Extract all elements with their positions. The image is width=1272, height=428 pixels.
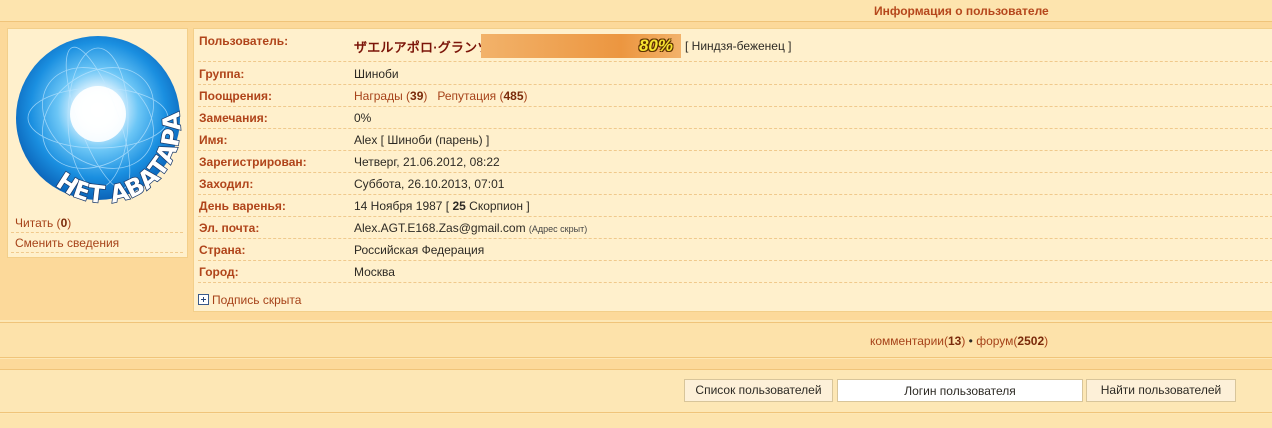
login-input[interactable] xyxy=(837,379,1083,402)
user-label: Пользователь: xyxy=(199,34,289,48)
row-rewards: Поощрения: Награды (39) Репутация (485) xyxy=(198,85,1272,107)
awards-count: 39 xyxy=(410,89,424,103)
reputation-link[interactable]: Репутация (485) xyxy=(437,89,527,103)
stats-bar: комментарии(13) • форум(2502) xyxy=(0,322,1272,358)
birthday-value: 14 Ноября 1987 [ 25 Скорпион ] xyxy=(354,199,530,213)
signature-toggle-label: Подпись скрыта xyxy=(212,293,302,307)
rewards-label: Поощрения: xyxy=(199,89,273,103)
expand-plus-icon xyxy=(198,294,209,305)
profile-area: НЕТ АВАТАРА Читать (0) Сменить сведения … xyxy=(0,22,1272,320)
birthday-date: 14 Ноября 1987 [ xyxy=(354,199,453,213)
read-link-label: Читать ( xyxy=(15,216,61,230)
country-value: Российская Федерация xyxy=(354,243,485,257)
comments-link[interactable]: комментарии(13) xyxy=(870,334,965,348)
forum-link-label: форум( xyxy=(976,334,1018,348)
row-email: Эл. почта: Alex.AGT.E168.Zas@gmail.com (… xyxy=(198,217,1272,239)
user-progress-bar: 80% xyxy=(481,34,681,58)
find-users-button[interactable]: Найти пользователей xyxy=(1086,379,1236,402)
registered-label: Зарегистрирован: xyxy=(199,155,307,169)
username: ザエルアポロ·グランツ xyxy=(354,40,491,55)
awards-link-close: ) xyxy=(423,89,428,103)
read-link-close: ) xyxy=(67,216,72,230)
name-label: Имя: xyxy=(199,133,228,147)
forum-count: 2502 xyxy=(1017,334,1045,348)
row-country: Страна: Российская Федерация xyxy=(198,239,1272,261)
email-label: Эл. почта: xyxy=(199,221,260,235)
reputation-count: 485 xyxy=(503,89,524,103)
name-value: Alex [ Шиноби (парень) ] xyxy=(354,133,490,147)
city-value: Москва xyxy=(354,265,395,279)
birthday-label: День варенья: xyxy=(199,199,286,213)
row-warnings: Замечания: 0% xyxy=(198,107,1272,129)
row-user: Пользователь: ザエルアポロ·グランツ 80% [ Ниндзя-б… xyxy=(198,29,1272,62)
reputation-link-close: ) xyxy=(523,89,528,103)
email-value: Alex.AGT.E168.Zas@gmail.com xyxy=(354,221,526,235)
last-visit-value: Суббота, 26.10.2013, 07:01 xyxy=(354,177,505,191)
awards-link[interactable]: Награды (39) xyxy=(354,89,427,103)
footer-strip xyxy=(0,414,1272,428)
group-label: Группа: xyxy=(199,67,245,81)
user-progress-text: 80% xyxy=(638,36,673,55)
row-city: Город: Москва xyxy=(198,261,1272,283)
city-label: Город: xyxy=(199,265,239,279)
forum-link-close: ) xyxy=(1044,334,1049,348)
profile-details: Пользователь: ザエルアポロ·グランツ 80% [ Ниндзя-б… xyxy=(193,28,1272,312)
comments-link-label: комментарии( xyxy=(870,334,948,348)
row-group: Группа: Шиноби xyxy=(198,63,1272,85)
row-name: Имя: Alex [ Шиноби (парень) ] xyxy=(198,129,1272,151)
read-link[interactable]: Читать (0) xyxy=(11,213,183,233)
comments-count: 13 xyxy=(947,334,962,348)
stats-separator: • xyxy=(965,334,977,348)
birthday-age: 25 xyxy=(452,199,466,213)
spacer xyxy=(0,359,1272,369)
forum-link[interactable]: форум(2502) xyxy=(976,334,1048,348)
warnings-label: Замечания: xyxy=(199,111,268,125)
row-registered: Зарегистрирован: Четверг, 21.06.2012, 08… xyxy=(198,151,1272,173)
user-list-button[interactable]: Список пользователей xyxy=(684,379,833,402)
email-note: (Адрес скрыт) xyxy=(528,224,588,234)
birthday-sign: Скорпион ] xyxy=(465,199,530,213)
page-title: Информация о пользователе xyxy=(874,4,1049,18)
edit-info-link[interactable]: Сменить сведения xyxy=(11,233,183,253)
user-rank: [ Ниндзя-беженец ] xyxy=(685,39,792,53)
group-value: Шиноби xyxy=(354,67,399,81)
last-visit-label: Заходил: xyxy=(199,177,254,191)
row-birthday: День варенья: 14 Ноября 1987 [ 25 Скорпи… xyxy=(198,195,1272,217)
page-header: Информация о пользователе xyxy=(0,0,1272,22)
sidebar: НЕТ АВАТАРА Читать (0) Сменить сведения xyxy=(7,28,188,258)
avatar: НЕТ АВАТАРА xyxy=(16,36,184,204)
signature-toggle[interactable]: Подпись скрыта xyxy=(198,293,301,307)
registered-value: Четверг, 21.06.2012, 08:22 xyxy=(354,155,500,169)
country-label: Страна: xyxy=(199,243,246,257)
user-search-bar: Список пользователей Найти пользователей xyxy=(0,369,1272,413)
row-last-visit: Заходил: Суббота, 26.10.2013, 07:01 xyxy=(198,173,1272,195)
awards-link-label: Награды ( xyxy=(354,89,411,103)
warnings-link[interactable]: 0% xyxy=(354,111,371,125)
reputation-link-label: Репутация ( xyxy=(437,89,504,103)
